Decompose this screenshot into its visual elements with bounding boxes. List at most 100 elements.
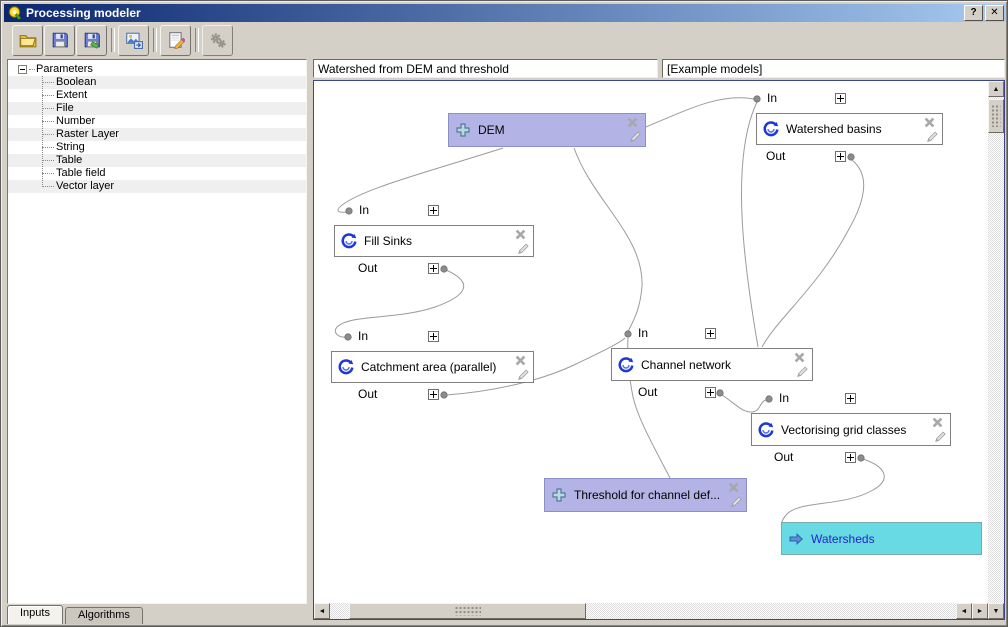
output-arrow-icon bbox=[788, 531, 804, 547]
node-threshold[interactable]: Threshold for channel def... bbox=[544, 478, 747, 512]
horizontal-scrollbar[interactable]: ◄ ◄ ► bbox=[314, 603, 988, 619]
node-channel_network[interactable]: Channel network bbox=[611, 348, 813, 381]
expand-out-button[interactable] bbox=[835, 151, 846, 162]
edge-dem-to-channel_network bbox=[574, 148, 642, 332]
port-dot bbox=[441, 392, 447, 398]
processing-modeler-window: Processing modeler ? ✕ ParametersBoolean… bbox=[0, 0, 1008, 627]
folder-open-icon bbox=[19, 31, 37, 49]
node-catchment_area[interactable]: Catchment area (parallel) bbox=[331, 351, 534, 383]
delete-node-icon[interactable] bbox=[514, 228, 527, 241]
out-port-label: Out bbox=[358, 261, 377, 275]
expand-in-button[interactable] bbox=[428, 205, 439, 216]
tab-algorithms[interactable]: Algorithms bbox=[65, 607, 143, 624]
tree-collapse-icon[interactable] bbox=[18, 65, 27, 74]
edit-help-icon bbox=[167, 31, 185, 49]
title-bar: Processing modeler ? ✕ bbox=[4, 4, 1006, 22]
edit-node-icon[interactable] bbox=[730, 495, 743, 508]
edit-node-icon[interactable] bbox=[517, 368, 530, 381]
in-port-label: In bbox=[358, 329, 368, 343]
tree-item-boolean[interactable]: Boolean bbox=[8, 76, 306, 89]
model-group-input[interactable] bbox=[662, 59, 1005, 78]
port-dot bbox=[754, 96, 760, 102]
node-label: Catchment area (parallel) bbox=[361, 360, 496, 374]
edit-node-icon[interactable] bbox=[926, 130, 939, 143]
tree-item-label: Boolean bbox=[56, 76, 96, 89]
tree-item-label: File bbox=[56, 102, 74, 115]
edge-vectorising-to-watersheds bbox=[781, 459, 884, 528]
run-model-button bbox=[202, 25, 233, 56]
expand-in-button[interactable] bbox=[705, 328, 716, 339]
tree-item-raster-layer[interactable]: Raster Layer bbox=[8, 128, 306, 141]
help-button[interactable]: ? bbox=[964, 5, 983, 21]
parameters-panel: ParametersBooleanExtentFileNumberRaster … bbox=[7, 59, 307, 604]
horizontal-scroll-thumb[interactable] bbox=[349, 603, 586, 619]
edit-node-icon[interactable] bbox=[796, 365, 809, 378]
tree-item-number[interactable]: Number bbox=[8, 115, 306, 128]
edit-node-icon[interactable] bbox=[934, 430, 947, 443]
node-watersheds[interactable]: Watersheds bbox=[781, 522, 982, 555]
saga-algorithm-icon bbox=[618, 357, 634, 373]
expand-in-button[interactable] bbox=[845, 393, 856, 404]
close-button[interactable]: ✕ bbox=[985, 5, 1004, 21]
save-model-as-button[interactable] bbox=[76, 25, 107, 56]
export-as-image-button[interactable] bbox=[118, 25, 149, 56]
scroll-left-end-button[interactable]: ◄ bbox=[956, 603, 972, 619]
saga-algorithm-icon bbox=[341, 233, 357, 249]
tree-connector bbox=[42, 95, 54, 96]
panel-tabs: InputsAlgorithms bbox=[7, 604, 145, 624]
tree-item-label: Vector layer bbox=[56, 180, 114, 193]
delete-node-icon[interactable] bbox=[923, 116, 936, 129]
port-dot bbox=[346, 208, 352, 214]
scroll-down-button[interactable]: ▼ bbox=[988, 603, 1004, 619]
tree-item-table[interactable]: Table bbox=[8, 154, 306, 167]
expand-in-button[interactable] bbox=[428, 331, 439, 342]
edge-watershed_basins-to-channel_network bbox=[762, 160, 864, 347]
port-dot bbox=[766, 396, 772, 402]
tree-root-parameters[interactable]: Parameters bbox=[8, 63, 306, 76]
tree-root-label: Parameters bbox=[36, 63, 93, 76]
scroll-left-button[interactable]: ◄ bbox=[314, 603, 330, 619]
vertical-scrollbar[interactable]: ▲ ▼ bbox=[988, 81, 1004, 619]
expand-out-button[interactable] bbox=[845, 452, 856, 463]
port-dot bbox=[345, 334, 351, 340]
edge-dem-to-watershed_basins bbox=[646, 98, 754, 127]
scroll-up-button[interactable]: ▲ bbox=[988, 81, 1004, 97]
port-dot bbox=[848, 154, 854, 160]
port-dot bbox=[717, 390, 723, 396]
model-name-input[interactable] bbox=[313, 59, 658, 78]
edge-fill_sinks-to-catchment_area bbox=[335, 270, 463, 337]
toolbar-separator bbox=[111, 28, 115, 52]
tab-inputs[interactable]: Inputs bbox=[7, 605, 63, 624]
delete-node-icon[interactable] bbox=[931, 416, 944, 429]
scroll-right-button[interactable]: ► bbox=[972, 603, 988, 619]
add-input-icon bbox=[455, 122, 471, 138]
tree-item-string[interactable]: String bbox=[8, 141, 306, 154]
tree-item-vector-layer[interactable]: Vector layer bbox=[8, 180, 306, 193]
node-watershed_basins[interactable]: Watershed basins bbox=[756, 113, 943, 145]
delete-node-icon[interactable] bbox=[727, 481, 740, 494]
tree-item-label: Extent bbox=[56, 89, 87, 102]
tree-item-extent[interactable]: Extent bbox=[8, 89, 306, 102]
delete-node-icon[interactable] bbox=[793, 351, 806, 364]
node-vectorising[interactable]: Vectorising grid classes bbox=[751, 413, 951, 446]
tree-item-label: Table bbox=[56, 154, 82, 167]
expand-out-button[interactable] bbox=[428, 263, 439, 274]
edit-node-icon[interactable] bbox=[517, 242, 530, 255]
tree-item-file[interactable]: File bbox=[8, 102, 306, 115]
expand-out-button[interactable] bbox=[428, 389, 439, 400]
expand-in-button[interactable] bbox=[835, 93, 846, 104]
export-image-icon bbox=[125, 31, 143, 49]
node-dem[interactable]: DEM bbox=[448, 113, 646, 147]
save-model-button[interactable] bbox=[44, 25, 75, 56]
delete-node-icon[interactable] bbox=[626, 116, 639, 129]
edit-node-icon[interactable] bbox=[629, 130, 642, 143]
vertical-scroll-thumb[interactable] bbox=[988, 99, 1004, 133]
node-fill_sinks[interactable]: Fill Sinks bbox=[334, 225, 534, 257]
open-model-button[interactable] bbox=[12, 25, 43, 56]
delete-node-icon[interactable] bbox=[514, 354, 527, 367]
expand-out-button[interactable] bbox=[705, 387, 716, 398]
edit-model-help-button[interactable] bbox=[160, 25, 191, 56]
toolbar bbox=[4, 22, 1006, 58]
tree-item-table-field[interactable]: Table field bbox=[8, 167, 306, 180]
model-canvas[interactable]: DEMWatershed basinsInOutFill SinksInOutC… bbox=[313, 80, 1005, 620]
